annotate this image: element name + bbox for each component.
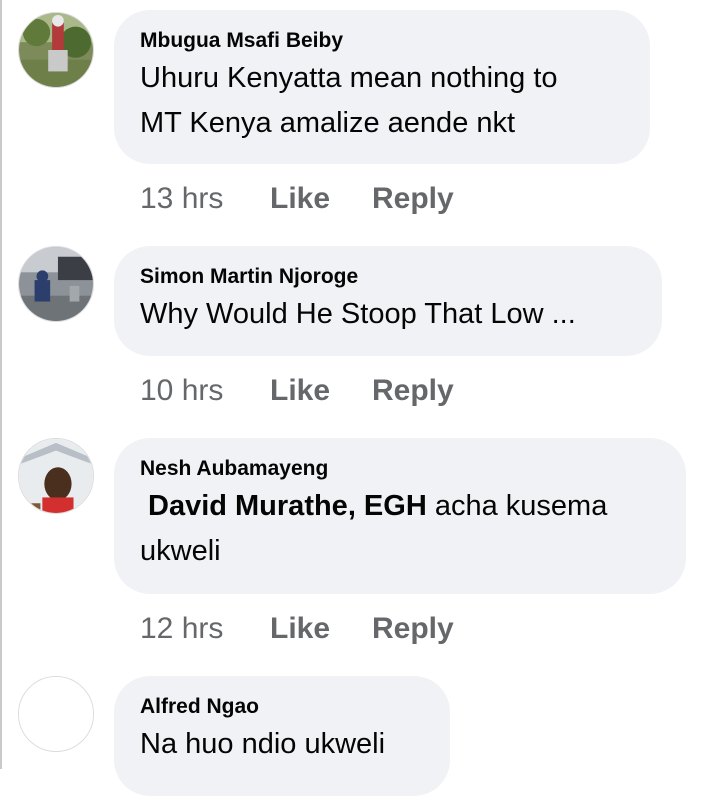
comment-text-line: David Murathe, EGH acha kusema — [140, 484, 660, 529]
comment-text-line: ukweli — [140, 535, 221, 567]
reply-button[interactable]: Reply — [372, 181, 454, 217]
comment-actions: 10 hrs Like Reply — [140, 373, 454, 409]
avatar-placeholder[interactable] — [18, 676, 94, 752]
comment-text-line: Uhuru Kenyatta mean nothing to — [140, 62, 558, 94]
comment-bubble: Simon Martin Njoroge Why Would He Stoop … — [114, 246, 662, 356]
comment-text-line: Why Would He Stoop That Low ... — [140, 298, 576, 330]
left-edge-divider — [0, 0, 2, 769]
comment-text: Why Would He Stoop That Low ... — [140, 292, 636, 337]
comment-timestamp[interactable]: 12 hrs — [140, 611, 270, 647]
like-button[interactable]: Like — [270, 611, 372, 647]
comment-text: David Murathe, EGH acha kusema ukweli — [140, 484, 660, 574]
comment-author[interactable]: Mbugua Msafi Beiby — [140, 28, 624, 54]
comment-text-fragment: acha kusema — [426, 490, 608, 522]
comment-bubble: Nesh Aubamayeng David Murathe, EGH acha … — [114, 438, 686, 594]
comment-text: Na huo ndio ukweli — [140, 722, 424, 767]
comment-author[interactable]: Simon Martin Njoroge — [140, 264, 636, 290]
avatar-photo-icon — [19, 439, 93, 513]
mention-link[interactable]: David Murathe, EGH — [140, 490, 427, 522]
reply-button[interactable]: Reply — [372, 373, 454, 409]
avatar[interactable] — [18, 12, 94, 88]
comment-bubble: Alfred Ngao Na huo ndio ukweli — [114, 676, 450, 796]
comment-bubble: Mbugua Msafi Beiby Uhuru Kenyatta mean n… — [114, 10, 650, 164]
avatar-photo-icon — [19, 247, 93, 321]
avatar[interactable] — [18, 438, 94, 514]
comment-actions: 12 hrs Like Reply — [140, 611, 454, 647]
like-button[interactable]: Like — [270, 373, 372, 409]
comment-author[interactable]: Nesh Aubamayeng — [140, 456, 660, 482]
avatar-photo-icon — [19, 13, 93, 87]
avatar-placeholder-icon — [19, 677, 93, 751]
comment-timestamp[interactable]: 13 hrs — [140, 181, 270, 217]
comment-timestamp[interactable]: 10 hrs — [140, 373, 270, 409]
comment-text-line: Na huo ndio ukweli — [140, 728, 386, 760]
reply-button[interactable]: Reply — [372, 611, 454, 647]
comment-text-line: MT Kenya amalize aende nkt — [140, 107, 516, 139]
like-button[interactable]: Like — [270, 181, 372, 217]
comment-actions: 13 hrs Like Reply — [140, 181, 454, 217]
avatar[interactable] — [18, 246, 94, 322]
comment-author[interactable]: Alfred Ngao — [140, 694, 424, 720]
comment-text: Uhuru Kenyatta mean nothing to MT Kenya … — [140, 56, 624, 146]
